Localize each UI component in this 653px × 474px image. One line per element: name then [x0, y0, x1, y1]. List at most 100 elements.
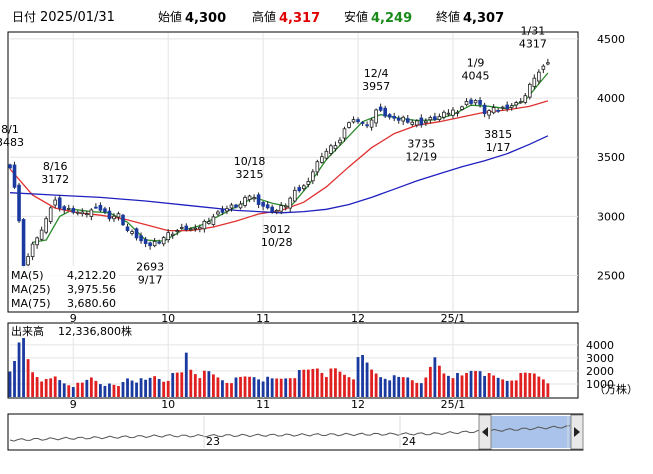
candle-body [62, 206, 67, 211]
volume-x-tick: 12 [351, 398, 365, 411]
candle-body [455, 111, 460, 114]
volume-bar [80, 382, 84, 397]
candle-body [30, 243, 35, 257]
candle-body [148, 242, 152, 247]
volume-bar [320, 372, 324, 397]
candle-body [514, 102, 519, 106]
candle-body [121, 214, 125, 226]
volume-bar [392, 375, 396, 397]
annotation-value: 1/17 [486, 141, 511, 154]
annotation-date: 1/9 [467, 57, 485, 70]
volume-bar [338, 371, 342, 397]
volume-bar [284, 378, 288, 397]
candle-body [424, 120, 428, 124]
volume-bar [519, 373, 523, 397]
candle-body [301, 185, 306, 189]
candle-body [365, 124, 369, 127]
candle-body [500, 106, 505, 109]
candle-body [26, 256, 30, 266]
candle-body [546, 62, 550, 65]
high-value: 4,317 [279, 11, 320, 26]
navigator-selection [491, 416, 571, 448]
volume-bar [347, 377, 351, 397]
volume-bar [189, 369, 193, 397]
navigator-left-handle[interactable] [478, 414, 492, 450]
volume-bar [288, 378, 292, 397]
candle-body [94, 206, 98, 209]
candle-body [509, 105, 514, 108]
candle-body [478, 100, 482, 105]
candle-body [103, 208, 107, 213]
volume-bar [139, 378, 143, 397]
volume-bar [379, 377, 383, 397]
candle-body [297, 187, 302, 192]
volume-bar [98, 384, 102, 397]
volume-bar [496, 377, 500, 397]
volume-bar [40, 381, 44, 397]
annotation-value: 10/28 [261, 236, 293, 249]
candle-body [198, 226, 202, 230]
volume-bar [71, 387, 75, 397]
annotation-value: 9/17 [138, 274, 163, 287]
volume-bar [22, 336, 25, 397]
volume-bar [419, 383, 423, 397]
volume-bar [166, 380, 170, 397]
candle-body [256, 194, 261, 205]
volume-bar [126, 378, 129, 397]
price-y-tick: 3500 [597, 151, 625, 164]
volume-bar [85, 379, 89, 397]
candle-body [175, 230, 180, 232]
navigator[interactable]: 232425 [7, 413, 584, 451]
volume-y-tick: 2000 [586, 365, 614, 378]
candle-body [229, 204, 234, 209]
ma-legend: MA(5) 4,212.20 MA(25) 3,975.56 MA(75) 3,… [9, 266, 119, 310]
volume-bar [13, 361, 16, 397]
candle-body [518, 101, 523, 104]
volume-bar [62, 383, 66, 397]
volume-bar [541, 379, 545, 397]
candle-body [225, 208, 229, 212]
candle-body [48, 207, 53, 222]
volume-bar [216, 377, 220, 397]
volume-bar [266, 376, 270, 397]
volume-bar [424, 377, 428, 397]
volume-bar [460, 375, 464, 397]
volume-unit: （万株） [594, 382, 638, 396]
volume-bar [121, 382, 125, 397]
volume-bar [117, 386, 120, 397]
volume-value: 12,336,800株 [58, 324, 132, 338]
volume-bar [311, 368, 315, 397]
candle-body [320, 156, 324, 163]
candle-body [401, 116, 406, 122]
candle-body [329, 145, 333, 154]
candle-body [80, 211, 85, 215]
candle-body [541, 65, 546, 70]
candle-body [369, 119, 374, 128]
volume-bar [415, 382, 419, 397]
volume-bar [532, 373, 536, 397]
candle-body [157, 241, 161, 244]
volume-bar [374, 373, 378, 397]
candle-body [116, 213, 121, 218]
candle-body [437, 116, 442, 120]
volume-bar [44, 379, 48, 397]
volume-bar [202, 370, 206, 397]
navigator-right-handle[interactable] [570, 414, 584, 450]
volume-bar [523, 372, 527, 397]
volume-bar [171, 373, 175, 397]
candle-body [473, 100, 478, 104]
volume-label: 出来高 [11, 324, 44, 338]
volume-bar [447, 375, 450, 397]
candle-body [537, 71, 541, 82]
volume-bar [315, 368, 319, 397]
volume-bar [108, 383, 111, 397]
volume-bar [239, 376, 242, 397]
candle-body [270, 206, 274, 213]
candle-body [53, 199, 58, 206]
candle-body [288, 197, 293, 209]
volume-bar [501, 379, 505, 397]
volume-bar [469, 370, 473, 397]
close-label: 終値 [436, 9, 460, 24]
candle-body [125, 226, 130, 231]
candle-body [57, 197, 62, 209]
